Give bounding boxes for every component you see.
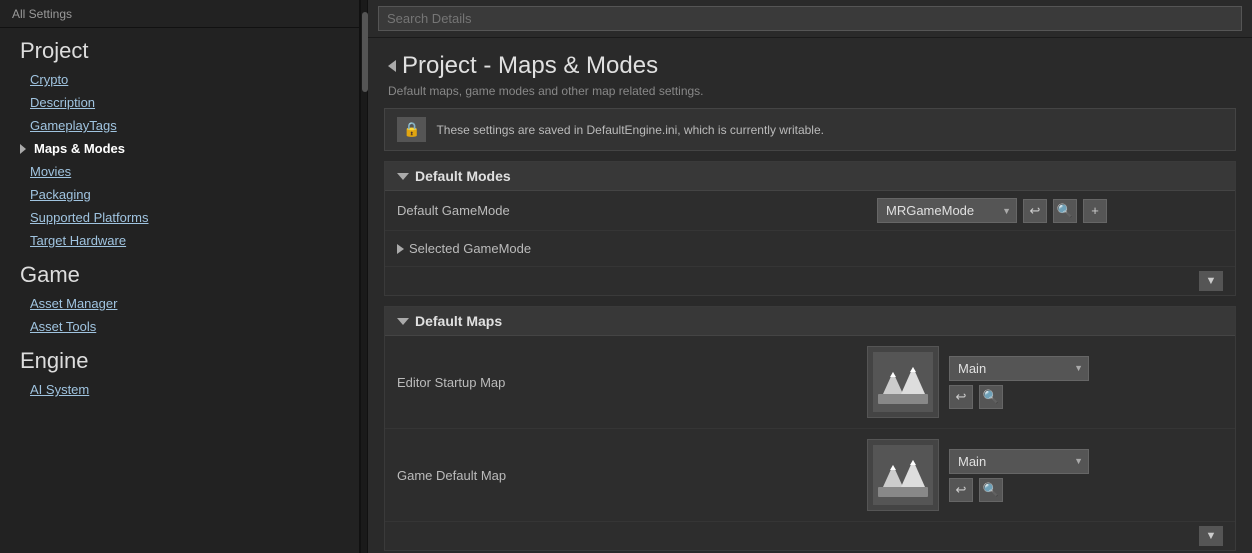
default-gamemode-dropdown-wrap: MRGameMode GameMode None xyxy=(877,198,1017,223)
page-title: Project - Maps & Modes xyxy=(402,52,658,80)
page-title-row: Project - Maps & Modes xyxy=(368,38,1252,84)
sidebar-item-target-hardware[interactable]: Target Hardware xyxy=(0,229,359,252)
sidebar-item-asset-tools[interactable]: Asset Tools xyxy=(0,315,359,338)
reset-gamemode-btn[interactable]: ↩ xyxy=(1023,199,1047,223)
section-collapse-icon xyxy=(397,173,409,180)
maps-down-arrow-row: ▼ xyxy=(385,522,1235,550)
game-default-map-thumbnail xyxy=(867,439,939,511)
editor-startup-map-label: Editor Startup Map xyxy=(397,375,857,390)
default-modes-section: Default Modes Default GameMode MRGameMod… xyxy=(384,161,1236,296)
search-input[interactable] xyxy=(378,6,1242,31)
editor-startup-map-thumbnail xyxy=(867,346,939,418)
collapse-icon xyxy=(388,60,396,72)
selected-gamemode-label: Selected GameMode xyxy=(397,241,877,256)
default-gamemode-select[interactable]: MRGameMode GameMode None xyxy=(877,198,1017,223)
default-gamemode-label: Default GameMode xyxy=(397,203,877,218)
game-default-map-dropdown-wrap: Main None Default xyxy=(949,449,1089,474)
reset-editor-map-btn[interactable]: ↩ xyxy=(949,385,973,409)
main-content: Project - Maps & Modes Default maps, gam… xyxy=(368,0,1252,553)
all-settings-link[interactable]: All Settings xyxy=(12,7,72,21)
add-gamemode-btn[interactable]: + xyxy=(1083,199,1107,223)
sidebar-top: All Settings xyxy=(0,0,359,28)
sidebar-section-project: Project xyxy=(0,28,359,68)
modes-down-arrow-btn[interactable]: ▼ xyxy=(1199,271,1223,291)
search-game-map-btn[interactable]: 🔍 xyxy=(979,478,1003,502)
editor-startup-map-dropdown-wrap: Main None Default xyxy=(949,356,1089,381)
map-thumbnail-svg xyxy=(873,352,933,412)
game-default-map-label: Game Default Map xyxy=(397,468,857,483)
game-default-map-dropdown-row: Main None Default xyxy=(949,449,1089,474)
search-editor-map-btn[interactable]: 🔍 xyxy=(979,385,1003,409)
sidebar-item-asset-manager[interactable]: Asset Manager xyxy=(0,292,359,315)
content-area: Project - Maps & Modes Default maps, gam… xyxy=(368,38,1252,553)
sidebar-section-engine: Engine xyxy=(0,338,359,378)
search-bar xyxy=(368,0,1252,38)
sidebar-item-supported-platforms[interactable]: Supported Platforms xyxy=(0,206,359,229)
sidebar-item-ai-system[interactable]: AI System xyxy=(0,378,359,401)
sidebar-item-packaging[interactable]: Packaging xyxy=(0,183,359,206)
editor-startup-map-row: Editor Startup Map xyxy=(385,336,1235,429)
page-subtitle: Default maps, game modes and other map r… xyxy=(368,84,1252,108)
default-modes-header: Default Modes xyxy=(385,162,1235,191)
editor-startup-map-select[interactable]: Main None Default xyxy=(949,356,1089,381)
selected-gamemode-row: Selected GameMode xyxy=(385,231,1235,267)
sidebar-item-maps-modes[interactable]: Maps & Modes xyxy=(0,137,359,160)
default-maps-section: Default Maps Editor Startup Map xyxy=(384,306,1236,551)
scrollbar-thumb xyxy=(362,12,368,92)
sidebar: All Settings Project Crypto Description … xyxy=(0,0,360,553)
sidebar-item-movies[interactable]: Movies xyxy=(0,160,359,183)
editor-startup-map-controls: Main None Default ↩ 🔍 xyxy=(949,356,1089,409)
sidebar-item-gameplaytags[interactable]: GameplayTags xyxy=(0,114,359,137)
reset-game-map-btn[interactable]: ↩ xyxy=(949,478,973,502)
sidebar-scrollbar[interactable] xyxy=(360,0,368,553)
lock-icon: 🔒 xyxy=(397,117,426,142)
game-default-map-controls: Main None Default ↩ 🔍 xyxy=(949,449,1089,502)
maps-section-collapse-icon xyxy=(397,318,409,325)
chevron-right-icon xyxy=(20,144,26,154)
game-default-map-select[interactable]: Main None Default xyxy=(949,449,1089,474)
game-map-thumbnail-svg xyxy=(873,445,933,505)
sidebar-section-game: Game xyxy=(0,252,359,292)
maps-down-arrow-btn[interactable]: ▼ xyxy=(1199,526,1223,546)
sidebar-item-crypto[interactable]: Crypto xyxy=(0,68,359,91)
editor-startup-map-dropdown-row: Main None Default xyxy=(949,356,1089,381)
info-banner-text: These settings are saved in DefaultEngin… xyxy=(436,123,824,137)
default-modes-label: Default Modes xyxy=(415,168,511,184)
sidebar-item-description[interactable]: Description xyxy=(0,91,359,114)
game-default-map-row: Game Default Map M xyxy=(385,429,1235,522)
default-gamemode-row: Default GameMode MRGameMode GameMode Non… xyxy=(385,191,1235,231)
default-maps-header: Default Maps xyxy=(385,307,1235,336)
search-gamemode-btn[interactable]: 🔍 xyxy=(1053,199,1077,223)
default-gamemode-control: MRGameMode GameMode None ↩ 🔍 + xyxy=(877,198,1107,223)
info-banner: 🔒 These settings are saved in DefaultEng… xyxy=(384,108,1236,151)
default-maps-label: Default Maps xyxy=(415,313,502,329)
expand-selected-gamemode-icon[interactable] xyxy=(397,244,404,254)
modes-down-arrow-row: ▼ xyxy=(385,267,1235,295)
